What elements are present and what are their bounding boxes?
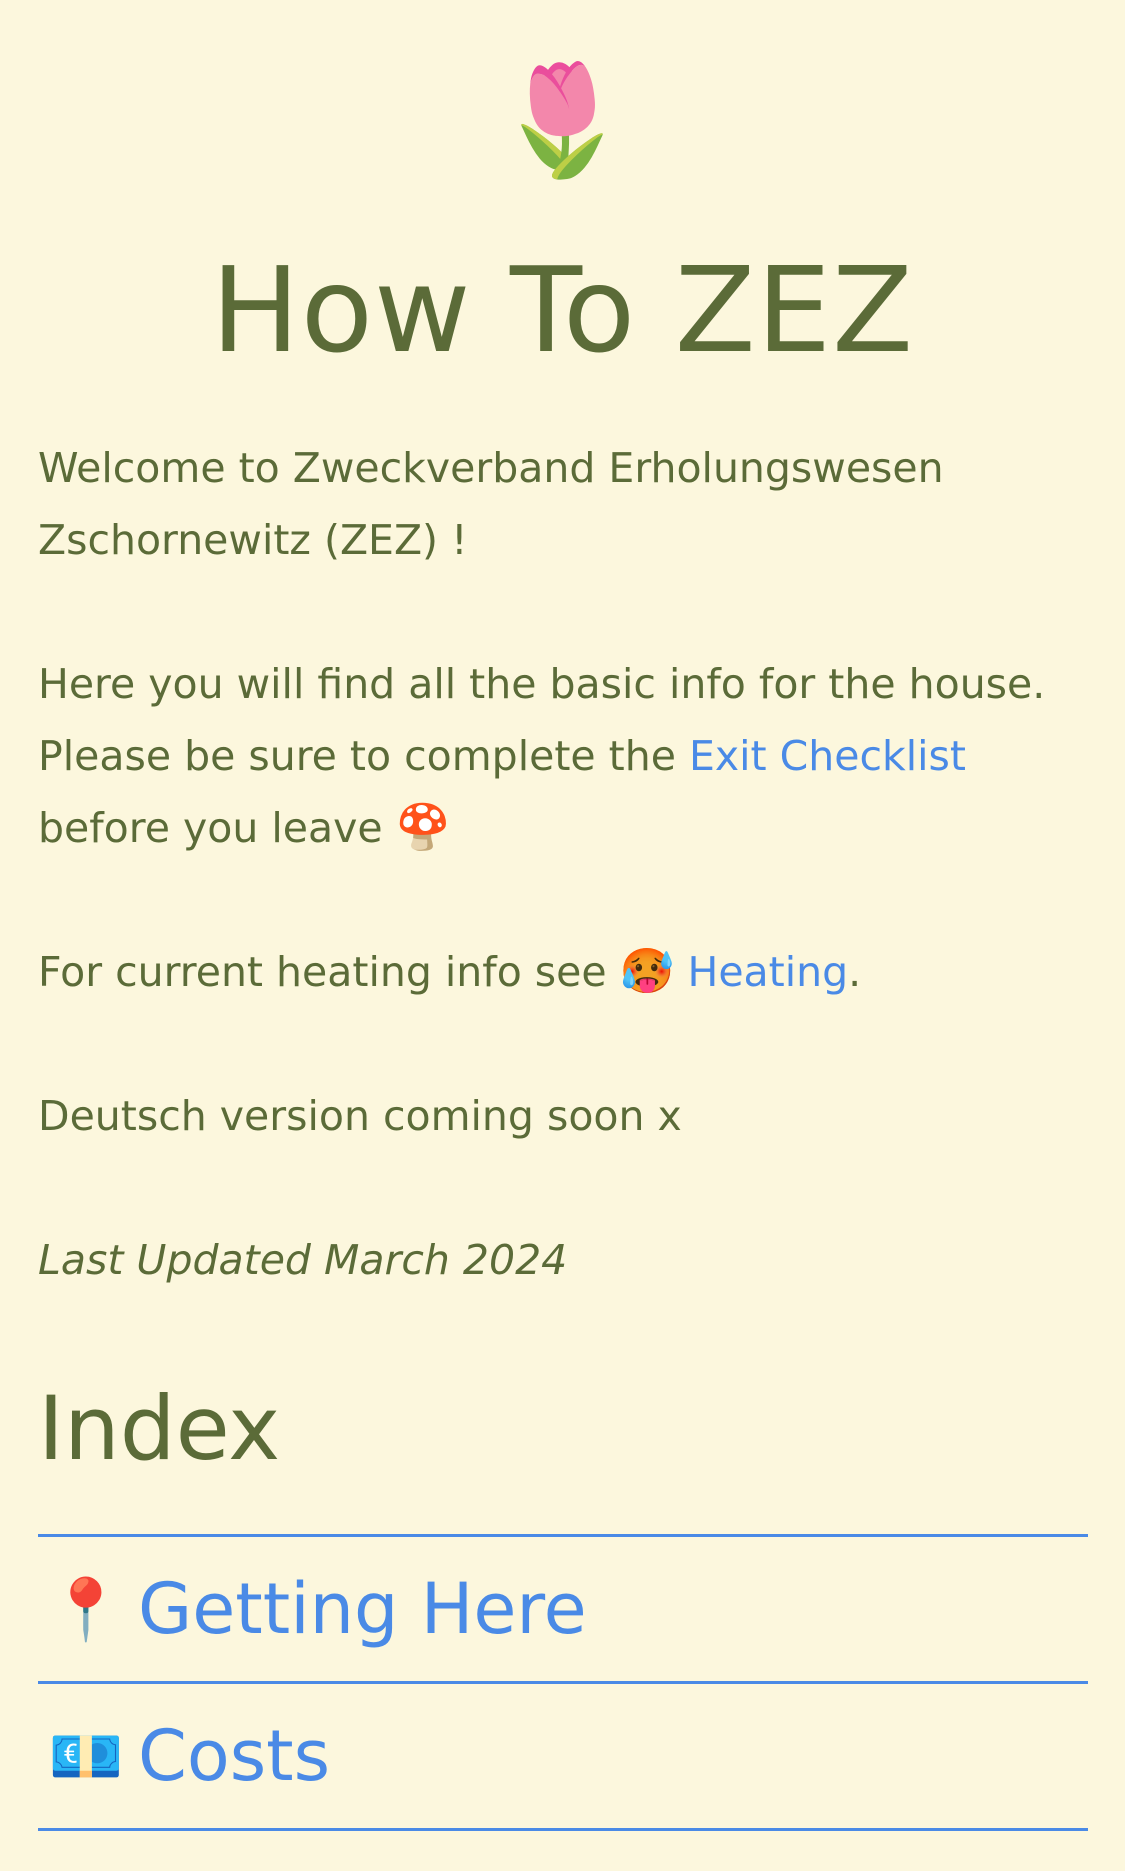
hot-face-icon: 🥵 — [619, 946, 675, 997]
heating-paragraph: For current heating info see 🥵 Heating. — [38, 936, 1088, 1008]
mushroom-icon: 🍄 — [395, 802, 451, 853]
page: 🌷 How To ZEZ Welcome to Zweckverband Erh… — [0, 0, 1125, 1871]
page-title: How To ZEZ — [211, 241, 914, 379]
welcome-text: Welcome to Zweckverband Erholungswesen Z… — [38, 444, 944, 564]
info-text-end: before you leave — [38, 804, 396, 852]
index-item-label[interactable]: Costs — [138, 1711, 330, 1801]
intro-section: Welcome to Zweckverband Erholungswesen Z… — [38, 432, 1088, 1368]
last-updated-text: Last Updated March 2024 — [38, 1236, 568, 1284]
index-list: 📍 Getting Here 💶 Costs — [38, 1534, 1088, 1831]
index-item-costs[interactable]: 💶 Costs — [38, 1684, 1088, 1831]
index-item-label[interactable]: Getting Here — [138, 1564, 587, 1654]
heating-text-start: For current heating info see — [38, 948, 620, 996]
euro-banknote-icon: 💶 — [48, 1721, 124, 1792]
tulip-icon: 🌷 — [495, 58, 630, 183]
index-item-getting-here[interactable]: 📍 Getting Here — [38, 1537, 1088, 1684]
heating-link[interactable]: Heating — [688, 948, 849, 996]
heating-text-end: . — [848, 948, 862, 996]
exit-checklist-link[interactable]: Exit Checklist — [689, 732, 966, 780]
round-pushpin-icon: 📍 — [48, 1574, 124, 1645]
index-heading: Index — [38, 1377, 281, 1480]
deutsch-note: Deutsch version coming soon x — [38, 1092, 682, 1140]
info-paragraph: Here you will find all the basic info fo… — [38, 648, 1088, 864]
